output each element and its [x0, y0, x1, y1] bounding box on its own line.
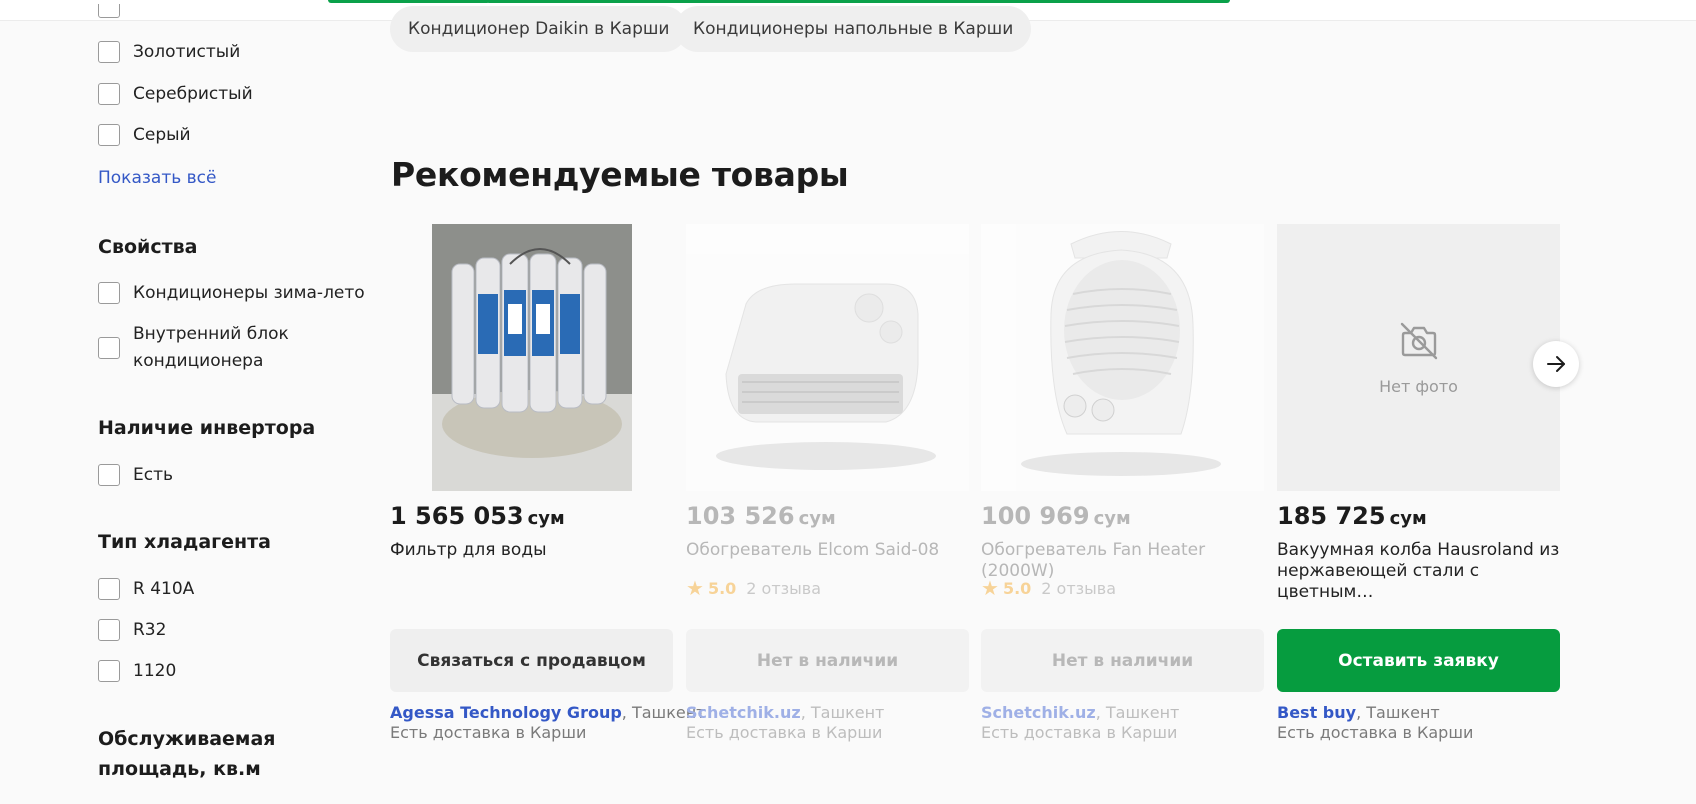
- filter-label: Золотистый: [133, 42, 241, 62]
- product-title[interactable]: Фильтр для воды: [390, 540, 673, 561]
- no-photo-icon: [1400, 322, 1437, 360]
- product-price: 103 526 сум: [686, 502, 836, 530]
- filter-label: Серый: [133, 125, 191, 145]
- related-chip-daikin[interactable]: Кондиционер Daikin в Карши: [390, 6, 688, 52]
- no-photo-label: Нет фото: [1379, 377, 1458, 396]
- delivery-info: Есть доставка в Карши: [981, 723, 1178, 742]
- header-search-edge[interactable]: [486, 0, 1230, 3]
- product-card[interactable]: 1 565 053 сум Фильтр для воды Связаться с…: [390, 224, 705, 744]
- filter-option-indoor-unit[interactable]: Внутренний блок кондиционера: [98, 321, 368, 375]
- seller-link[interactable]: Schetchik.uz: [686, 703, 801, 722]
- filter-label: Кондиционеры зима-лето: [133, 283, 365, 303]
- filter-group-title: Свойства: [98, 236, 198, 258]
- checkbox[interactable]: [98, 337, 120, 359]
- no-photo-placeholder[interactable]: Нет фото: [1277, 224, 1560, 491]
- seller-link[interactable]: Schetchik.uz: [981, 703, 1096, 722]
- delivery-info: Есть доставка в Карши: [390, 723, 587, 742]
- seller-info: Agessa Technology Group, Ташкент: [390, 703, 706, 722]
- water-filter-image[interactable]: [390, 224, 673, 491]
- carousel-next-button[interactable]: [1533, 341, 1579, 387]
- checkbox[interactable]: [98, 4, 120, 18]
- filter-label: R 410A: [133, 579, 195, 599]
- out-of-stock-button: Нет в наличии: [981, 629, 1264, 692]
- filter-option-r410a[interactable]: R 410A: [98, 578, 194, 600]
- filter-label: Серебристый: [133, 84, 253, 104]
- product-price: 185 725 сум: [1277, 502, 1427, 530]
- filter-color-silver[interactable]: Серебристый: [98, 83, 253, 105]
- product-rating: ★ 5.0 2 отзыва: [981, 576, 1117, 600]
- delivery-info: Есть доставка в Карши: [686, 723, 883, 742]
- filter-label: 1120: [133, 661, 177, 681]
- checkbox[interactable]: [98, 660, 120, 682]
- product-card[interactable]: 103 526 сум Обогреватель Elcom Said-08 ★ 5…: [686, 224, 969, 744]
- product-card[interactable]: 100 969 сум Обогреватель Fan Heater (2000…: [981, 224, 1264, 744]
- filter-group-title: Обслуживаемая площадь, кв.м: [98, 728, 276, 780]
- contact-seller-button[interactable]: Связаться с продавцом: [390, 629, 673, 692]
- checkbox[interactable]: [98, 619, 120, 641]
- filter-color-gold[interactable]: Золотистый: [98, 41, 240, 63]
- arrow-right-icon: [1547, 356, 1565, 372]
- checkbox[interactable]: [98, 83, 120, 105]
- filter-group-title: Наличие инвертора: [98, 417, 316, 439]
- product-title[interactable]: Обогреватель Elcom Said-08: [686, 540, 969, 561]
- filter-option-1120[interactable]: 1120: [98, 660, 176, 682]
- checkbox[interactable]: [98, 282, 120, 304]
- seller-info: Schetchik.uz, Ташкент: [981, 703, 1180, 722]
- star-icon: ★: [686, 576, 704, 600]
- related-chip-floor-ac[interactable]: Кондиционеры напольные в Карши: [675, 6, 1032, 52]
- fan-heater-image[interactable]: [981, 224, 1264, 491]
- filter-label: R32: [133, 620, 167, 640]
- seller-info: Best buy, Ташкент: [1277, 703, 1440, 722]
- checkbox[interactable]: [98, 41, 120, 63]
- seller-info: Schetchik.uz, Ташкент: [686, 703, 885, 722]
- filter-group-title: Тип хладагента: [98, 531, 271, 553]
- filter-color-grey[interactable]: Серый: [98, 124, 191, 146]
- product-rating: ★ 5.0 2 отзыва: [686, 576, 822, 600]
- section-title: Рекомендуемые товары: [391, 155, 849, 194]
- filter-label: Внутренний блок кондиционера: [133, 324, 289, 371]
- show-all-link[interactable]: Показать всё: [98, 168, 216, 188]
- header-button-edge[interactable]: [328, 0, 490, 3]
- checkbox[interactable]: [98, 464, 120, 486]
- seller-link[interactable]: Best buy: [1277, 703, 1356, 722]
- reviews-link[interactable]: 2 отзыва: [1041, 579, 1116, 598]
- reviews-link[interactable]: 2 отзыва: [746, 579, 821, 598]
- leave-request-button[interactable]: Оставить заявку: [1277, 629, 1560, 692]
- star-icon: ★: [981, 576, 999, 600]
- seller-link[interactable]: Agessa Technology Group: [390, 703, 622, 722]
- delivery-info: Есть доставка в Карши: [1277, 723, 1474, 742]
- filter-option-inverter-yes[interactable]: Есть: [98, 464, 173, 486]
- heater-image[interactable]: [686, 224, 969, 491]
- product-title[interactable]: Вакуумная колба Hausroland из нержавеюще…: [1277, 540, 1560, 603]
- filter-color-cut[interactable]: [98, 4, 133, 18]
- filter-option-winter-summer[interactable]: Кондиционеры зима-лето: [98, 282, 365, 304]
- product-price: 100 969 сум: [981, 502, 1131, 530]
- checkbox[interactable]: [98, 124, 120, 146]
- checkbox[interactable]: [98, 578, 120, 600]
- product-price: 1 565 053 сум: [390, 502, 565, 530]
- out-of-stock-button: Нет в наличии: [686, 629, 969, 692]
- product-card[interactable]: Нет фото 185 725 сум Вакуумная колба Haus…: [1277, 224, 1560, 744]
- filter-label: Есть: [133, 465, 174, 485]
- filter-option-r32[interactable]: R32: [98, 619, 166, 641]
